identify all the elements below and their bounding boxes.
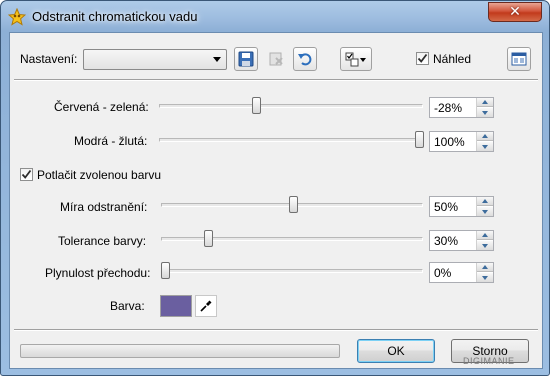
chevron-down-icon — [482, 144, 488, 149]
spin-buttons — [476, 231, 493, 250]
preview-checkbox[interactable] — [416, 52, 429, 65]
blue-yellow-label: Modrá - žlutá: — [74, 134, 148, 148]
removal-amount-spinbox[interactable]: 50% — [429, 196, 494, 217]
blue-yellow-slider-thumb[interactable] — [415, 131, 424, 148]
transition-smoothness-label: Plynulost přechodu: — [45, 266, 151, 280]
save-icon — [238, 51, 254, 67]
spin-buttons — [476, 197, 493, 216]
ok-button[interactable]: OK — [357, 339, 435, 363]
preview-label: Náhled — [433, 52, 472, 66]
delete-icon — [269, 52, 283, 66]
chevron-up-icon — [482, 100, 488, 104]
chevron-down-icon — [213, 57, 221, 62]
dialog-window: Odstranit chromatickou vadu ✕ Nastavení: — [0, 0, 550, 376]
title-bar[interactable]: Odstranit chromatickou vadu ✕ — [1, 1, 549, 32]
chevron-up-icon — [482, 265, 488, 269]
eyedropper-icon — [200, 300, 212, 312]
divider — [14, 79, 538, 81]
color-tolerance-spinbox[interactable]: 30% — [429, 230, 494, 251]
checkmark-icon — [417, 53, 428, 63]
eyedropper-button[interactable] — [195, 295, 217, 317]
chevron-down-icon — [482, 209, 488, 214]
red-green-slider-track[interactable] — [159, 104, 423, 108]
chevron-down-icon — [482, 243, 488, 248]
close-button[interactable]: ✕ — [488, 2, 542, 22]
spin-buttons — [476, 263, 493, 282]
increment-button[interactable] — [477, 132, 493, 141]
chevron-up-icon — [482, 199, 488, 203]
divider — [14, 329, 538, 331]
chevron-down-icon — [360, 58, 366, 62]
color-label: Barva: — [110, 299, 145, 313]
red-green-spinbox[interactable]: -28% — [429, 97, 494, 118]
decrement-button[interactable] — [477, 108, 493, 117]
undo-icon — [298, 53, 312, 66]
close-icon: ✕ — [509, 4, 521, 20]
transition-smoothness-value: 0% — [434, 266, 452, 280]
decrement-button[interactable] — [477, 273, 493, 282]
suppress-color-label: Potlačit zvolenou barvu — [37, 168, 162, 182]
chevron-down-icon — [482, 275, 488, 280]
transition-smoothness-spinbox[interactable]: 0% — [429, 262, 494, 283]
progress-bar — [20, 344, 340, 358]
increment-button[interactable] — [477, 263, 493, 272]
transition-smoothness-slider-thumb[interactable] — [161, 262, 170, 279]
decrement-button[interactable] — [477, 207, 493, 216]
red-green-label: Červená - zelená: — [54, 100, 149, 114]
red-green-slider-thumb[interactable] — [252, 97, 261, 114]
checklist-icon — [345, 52, 359, 67]
layout-button[interactable] — [507, 47, 531, 71]
window-title: Odstranit chromatickou vadu — [32, 9, 198, 24]
save-preset-button[interactable] — [234, 47, 258, 71]
delete-preset-button[interactable] — [264, 47, 288, 71]
transition-smoothness-slider-track[interactable] — [161, 269, 423, 273]
color-swatch[interactable] — [160, 295, 192, 317]
chevron-up-icon — [482, 134, 488, 138]
checkmark-icon — [21, 169, 32, 179]
suppress-color-checkbox[interactable] — [20, 168, 33, 181]
color-tolerance-label: Tolerance barvy: — [58, 234, 147, 248]
decrement-button[interactable] — [477, 241, 493, 250]
color-tolerance-value: 30% — [434, 234, 459, 248]
removal-amount-slider-thumb[interactable] — [289, 196, 298, 213]
chevron-up-icon — [482, 233, 488, 237]
preset-label: Nastavení: — [20, 52, 78, 66]
chevron-down-icon — [482, 110, 488, 115]
dialog-body: Nastavení: Náhled Červená - zelená: -28%… — [9, 32, 543, 369]
blue-yellow-value: 100% — [434, 135, 465, 149]
star-icon — [8, 8, 26, 26]
watermark-text: DIGIMANIE — [463, 356, 515, 366]
red-green-value: -28% — [434, 101, 463, 115]
options-dropdown-button[interactable] — [340, 47, 372, 71]
decrement-button[interactable] — [477, 142, 493, 151]
layout-icon — [511, 52, 527, 66]
increment-button[interactable] — [477, 197, 493, 206]
spin-buttons — [476, 98, 493, 117]
blue-yellow-slider-track[interactable] — [159, 138, 423, 142]
preset-dropdown[interactable] — [83, 49, 227, 70]
removal-amount-label: Míra odstranění: — [60, 200, 148, 214]
color-tolerance-slider-thumb[interactable] — [204, 230, 213, 247]
increment-button[interactable] — [477, 98, 493, 107]
color-tolerance-slider-track[interactable] — [161, 237, 423, 241]
removal-amount-value: 50% — [434, 200, 459, 214]
reset-button[interactable] — [293, 47, 317, 71]
blue-yellow-spinbox[interactable]: 100% — [429, 131, 494, 152]
spin-buttons — [476, 132, 493, 151]
increment-button[interactable] — [477, 231, 493, 240]
